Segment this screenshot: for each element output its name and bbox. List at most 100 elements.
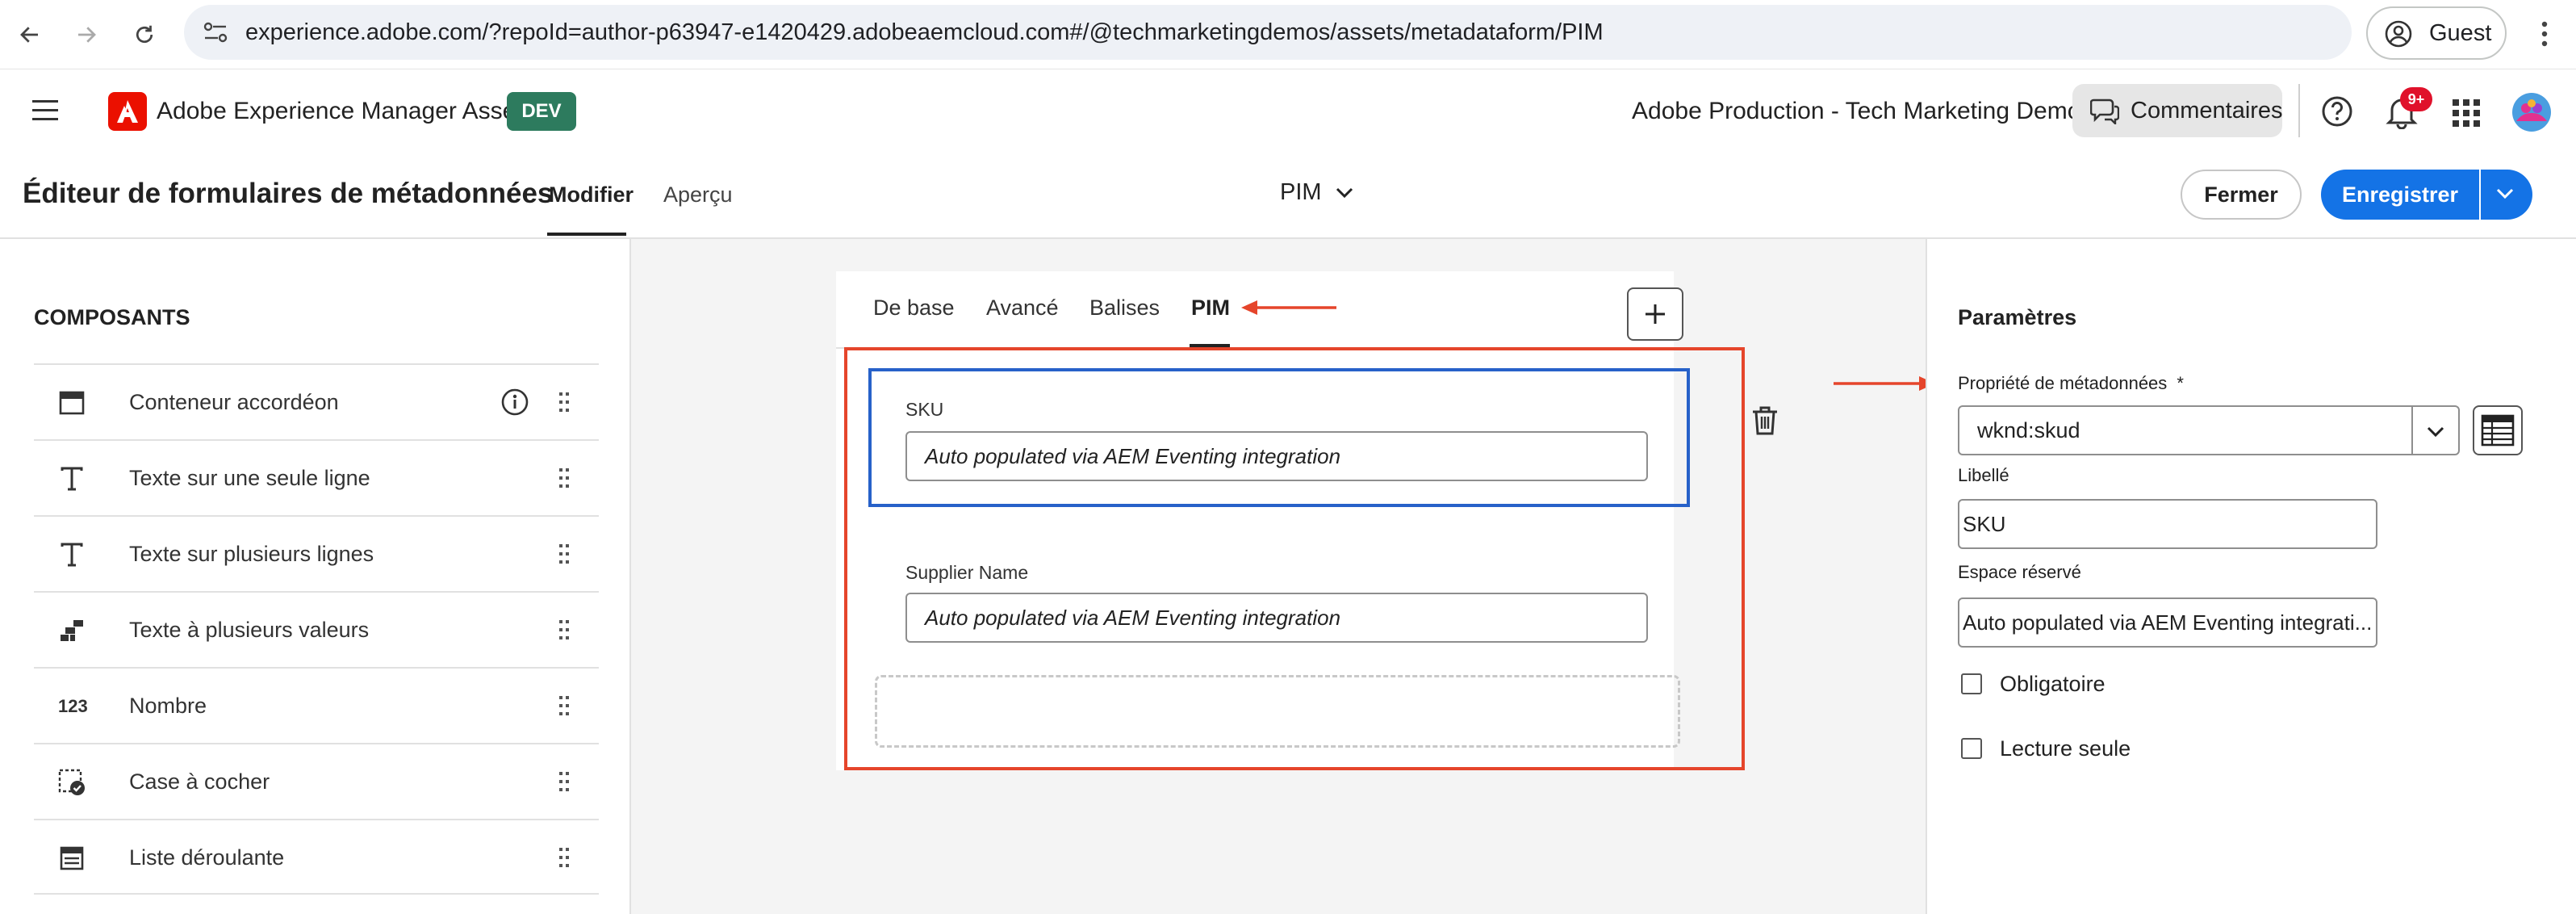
list-item[interactable]: Texte sur une seule ligne [34,439,599,515]
comments-label: Commentaires [2131,98,2283,124]
list-item[interactable]: Texte sur plusieurs lignes [34,515,599,591]
combobox-divider [2411,407,2413,454]
chevron-down-icon[interactable] [2423,418,2448,444]
help-icon[interactable] [2321,95,2353,128]
save-button[interactable]: Enregistrer [2321,170,2479,220]
address-bar[interactable]: experience.adobe.com/?repoId=author-p639… [184,5,2352,60]
component-label: Texte sur plusieurs lignes [129,542,374,566]
app-header: Adobe Experience Manager Assets DEV Adob… [0,69,2576,153]
metadata-property-value: wknd:skud [1977,418,2080,442]
hamburger-menu-icon[interactable] [32,99,58,123]
component-label: Texte sur une seule ligne [129,466,370,490]
comments-button[interactable]: Commentaires [2072,84,2283,137]
annotation-arrow-right-icon [1832,373,1937,394]
form-tab-de-base[interactable]: De base [873,296,955,321]
list-item[interactable]: Conteneur accordéon [34,363,599,439]
list-item[interactable]: Liste déroulante [34,819,599,895]
accordion-icon [58,389,86,417]
url-text: experience.adobe.com/?repoId=author-p639… [245,19,1604,45]
component-label: Texte à plusieurs valeurs [129,618,370,642]
form-tab-pim[interactable]: PIM [1191,296,1230,321]
save-options-button[interactable] [2481,170,2532,220]
component-label: Nombre [129,694,207,718]
metadata-property-combobox[interactable]: wknd:skud [1958,405,2460,455]
component-list: Conteneur accordéon Texte sur une seule … [34,363,599,895]
label-field-label: Libellé [1958,465,2009,485]
selected-tab-indicator [547,233,626,236]
chevron-down-icon [1335,187,1354,199]
form-picker[interactable]: PIM [1280,179,1354,206]
number-icon: 123 [58,696,88,716]
annotation-arrow-left-icon [1240,297,1338,318]
component-label: Liste déroulante [129,845,285,870]
notifications-count-badge: 9+ [2400,87,2432,111]
header-divider [2298,84,2300,137]
comment-icon [2090,97,2119,124]
list-item[interactable]: Case à cocher [34,743,599,819]
delete-trash-icon[interactable] [1751,405,1779,436]
component-label: Conteneur accordéon [129,390,339,414]
placeholder-field-label: Espace réservé [1958,562,2081,582]
form-tab-balises[interactable]: Balises [1089,296,1160,321]
dropdown-list-icon [58,845,86,872]
editor-toolbar: Éditeur de formulaires de métadonnées Mo… [0,153,2576,239]
placeholder-input[interactable]: Auto populated via AEM Eventing integrat… [1958,597,2377,648]
drag-handle-icon[interactable] [558,846,570,869]
drop-zone[interactable] [875,675,1680,748]
settings-heading: Paramètres [1958,305,2077,329]
reload-icon[interactable] [124,15,165,55]
drag-handle-icon[interactable] [558,543,570,565]
apps-grid-icon[interactable] [2452,99,2481,128]
text-icon [58,465,86,493]
list-item[interactable]: 123 Nombre [34,667,599,743]
forward-arrow-icon[interactable] [66,15,107,55]
text-icon [58,541,86,568]
close-button[interactable]: Fermer [2181,170,2302,220]
adobe-logo-icon[interactable] [108,92,147,131]
field-placeholder-input[interactable]: Auto populated via AEM Eventing integrat… [905,593,1648,643]
field-placeholder-input[interactable]: Auto populated via AEM Eventing integrat… [905,431,1648,481]
read-only-checkbox-label[interactable]: Lecture seule [2000,736,2131,761]
field-label: Supplier Name [905,562,1029,583]
user-avatar[interactable] [2511,92,2552,132]
read-only-checkbox[interactable] [1961,738,1982,759]
environment-badge: DEV [507,92,576,131]
label-input[interactable]: SKU [1958,499,2377,549]
required-asterisk: * [2177,373,2184,393]
browser-toolbar: experience.adobe.com/?repoId=author-p639… [0,0,2576,69]
checkbox-icon [58,769,86,796]
tab-apercu[interactable]: Aperçu [663,182,733,208]
drag-handle-icon[interactable] [558,770,570,793]
chevron-down-icon [2495,187,2515,200]
list-item[interactable]: Texte à plusieurs valeurs [34,591,599,667]
table-icon [2481,414,2515,447]
profile-button[interactable]: Guest [2366,6,2507,60]
components-panel: COMPOSANTS Conteneur accordéon Texte sur… [0,239,631,914]
page-title: Éditeur de formulaires de métadonnées [23,178,554,209]
site-settings-icon[interactable] [202,19,229,45]
browser-menu-icon[interactable] [2532,19,2557,48]
form-tab-avance[interactable]: Avancé [986,296,1059,321]
drag-handle-icon[interactable] [558,618,570,641]
add-tab-button[interactable] [1627,287,1683,341]
back-arrow-icon[interactable] [10,15,50,55]
components-heading: COMPOSANTS [34,305,190,329]
form-name: PIM [1280,179,1322,205]
drag-handle-icon[interactable] [558,694,570,717]
field-label: SKU [905,399,944,420]
drag-handle-icon[interactable] [558,391,570,413]
plus-icon [1646,304,1665,324]
profile-label: Guest [2429,20,2492,46]
multi-value-icon [58,617,86,644]
app-name[interactable]: Adobe Experience Manager Assets [157,69,535,153]
tab-modifier[interactable]: Modifier [549,182,634,208]
metadata-property-label: Propriété de métadonnées * [1958,373,2184,393]
required-checkbox-label[interactable]: Obligatoire [2000,672,2106,697]
profile-icon [2384,19,2413,48]
organization-switcher[interactable]: Adobe Production - Tech Marketing Demos [1632,69,2093,153]
required-checkbox[interactable] [1961,673,1982,694]
info-icon[interactable] [500,388,529,417]
drag-handle-icon[interactable] [558,467,570,489]
component-label: Case à cocher [129,769,270,794]
schema-browser-button[interactable] [2473,405,2523,455]
